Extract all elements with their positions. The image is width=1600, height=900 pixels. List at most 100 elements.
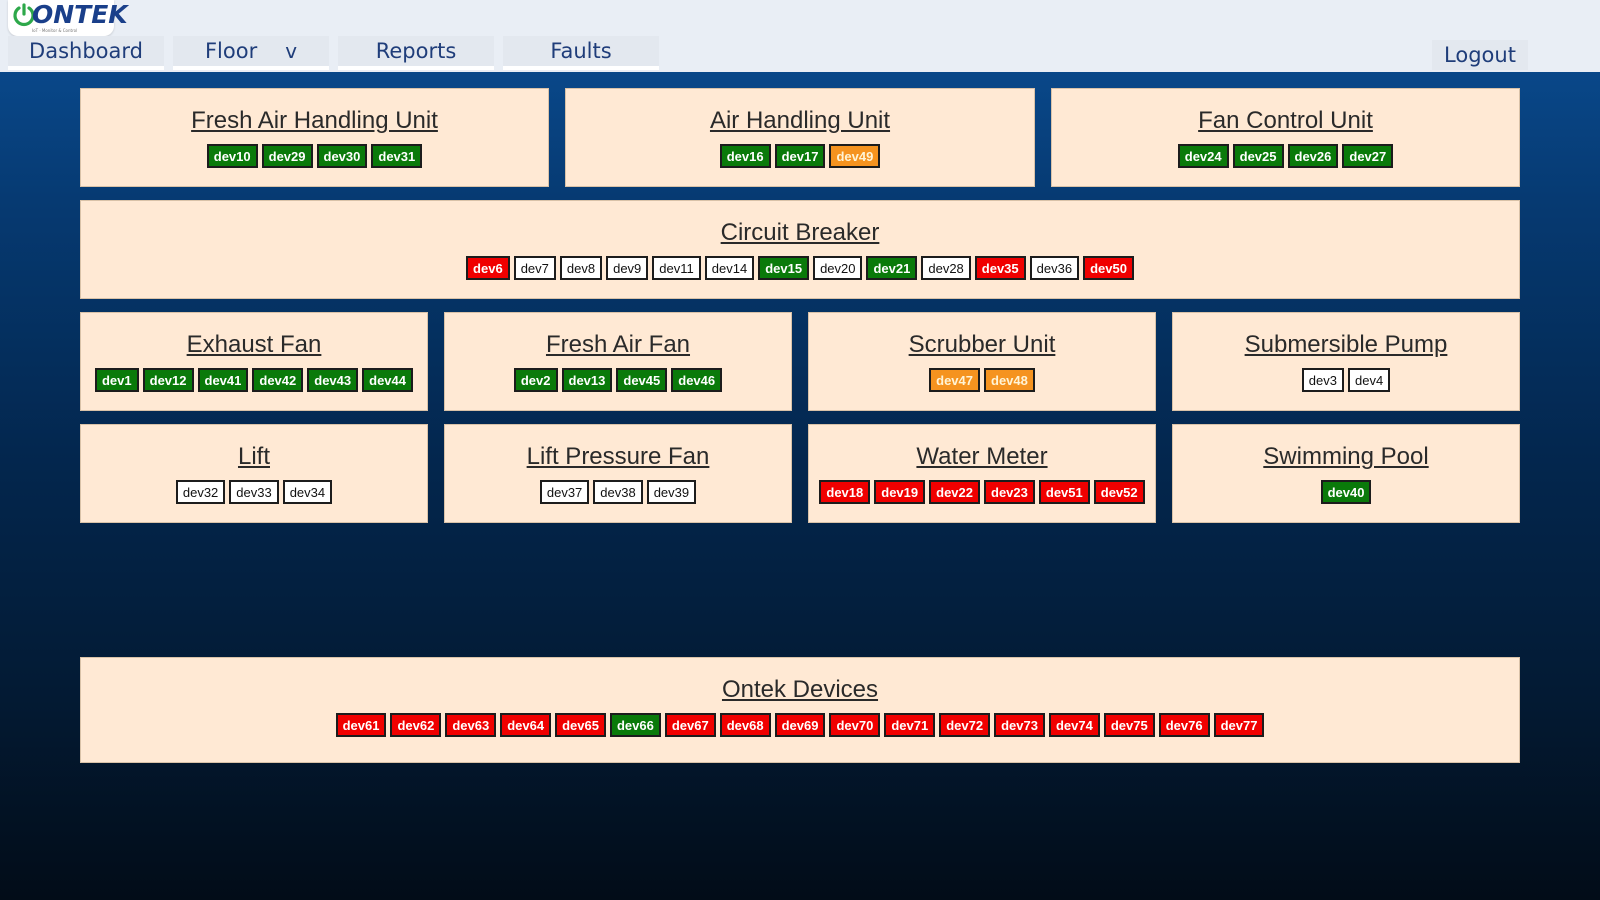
device-badge-dev4[interactable]: dev4	[1348, 368, 1391, 392]
device-badge-dev67[interactable]: dev67	[664, 713, 716, 737]
device-badge-dev19[interactable]: dev19	[874, 480, 926, 504]
device-badge-dev10[interactable]: dev10	[206, 144, 258, 168]
device-badge-dev3[interactable]: dev3	[1301, 368, 1344, 392]
device-badge-dev40[interactable]: dev40	[1320, 480, 1372, 504]
device-badge-dev33[interactable]: dev33	[229, 480, 279, 504]
device-badge-dev70[interactable]: dev70	[829, 713, 881, 737]
device-badge-dev69[interactable]: dev69	[774, 713, 826, 737]
device-badge-dev49[interactable]: dev49	[829, 144, 881, 168]
card-title[interactable]: Water Meter	[809, 442, 1155, 472]
device-badge-dev68[interactable]: dev68	[719, 713, 771, 737]
device-list: dev1 dev12 dev41 dev42 dev43 dev44	[81, 368, 427, 392]
card-title[interactable]: Lift Pressure Fan	[445, 442, 791, 472]
card-title[interactable]: Fresh Air Fan	[445, 330, 791, 360]
device-badge-dev7[interactable]: dev7	[513, 256, 556, 280]
card-title[interactable]: Lift	[81, 442, 427, 472]
card-title[interactable]: Fresh Air Handling Unit	[81, 106, 548, 136]
device-badge-dev15[interactable]: dev15	[758, 256, 810, 280]
device-badge-dev1[interactable]: dev1	[94, 368, 139, 392]
card-exhaust-fan: Exhaust Fan dev1 dev12 dev41 dev42 dev43 dev4…	[80, 312, 428, 411]
nav-tab-faults[interactable]: Faults	[503, 36, 659, 70]
ontek-logo[interactable]: ONTEK IoT · Monitor & Control	[8, 0, 128, 36]
device-badge-dev45[interactable]: dev45	[616, 368, 668, 392]
device-badge-dev14[interactable]: dev14	[704, 256, 755, 280]
device-badge-dev41[interactable]: dev41	[197, 368, 249, 392]
device-list: dev61 dev62 dev63 dev64 dev65 dev66 dev67 dev68…	[81, 713, 1519, 737]
device-badge-dev72[interactable]: dev72	[939, 713, 991, 737]
device-badge-dev38[interactable]: dev38	[593, 480, 643, 504]
device-badge-dev16[interactable]: dev16	[719, 144, 771, 168]
device-badge-dev42[interactable]: dev42	[252, 368, 304, 392]
device-badge-dev35[interactable]: dev35	[974, 256, 1026, 280]
device-badge-dev26[interactable]: dev26	[1287, 144, 1339, 168]
device-badge-dev8[interactable]: dev8	[559, 256, 603, 280]
device-badge-dev27[interactable]: dev27	[1342, 144, 1394, 168]
device-badge-dev30[interactable]: dev30	[316, 144, 368, 168]
card-ontek-devices: Ontek Devices dev61 dev62 dev63 dev64 dev65 d…	[80, 657, 1520, 763]
card-title[interactable]: Air Handling Unit	[566, 106, 1034, 136]
card-swimming-pool: Swimming Pool dev40	[1172, 424, 1520, 523]
card-title[interactable]: Scrubber Unit	[809, 330, 1155, 360]
nav-tab-dashboard[interactable]: Dashboard	[8, 36, 164, 70]
device-badge-dev62[interactable]: dev62	[390, 713, 442, 737]
device-badge-dev43[interactable]: dev43	[307, 368, 359, 392]
nav-tab-floor[interactable]: Floor v	[173, 36, 329, 70]
device-list: dev3 dev4	[1173, 368, 1519, 392]
device-badge-dev46[interactable]: dev46	[671, 368, 723, 392]
device-badge-dev17[interactable]: dev17	[774, 144, 826, 168]
device-badge-dev34[interactable]: dev34	[282, 480, 333, 504]
card-scrubber-unit: Scrubber Unit dev47 dev48	[808, 312, 1156, 411]
device-badge-dev25[interactable]: dev25	[1232, 144, 1284, 168]
device-badge-dev9[interactable]: dev9	[606, 256, 649, 280]
device-badge-dev50[interactable]: dev50	[1083, 256, 1134, 280]
device-badge-dev2[interactable]: dev2	[513, 368, 558, 392]
card-title[interactable]: Circuit Breaker	[81, 218, 1519, 248]
device-badge-dev24[interactable]: dev24	[1177, 144, 1229, 168]
device-badge-dev47[interactable]: dev47	[929, 368, 980, 392]
device-badge-dev77[interactable]: dev77	[1213, 713, 1265, 737]
device-badge-dev31[interactable]: dev31	[371, 144, 423, 168]
device-badge-dev11[interactable]: dev11	[652, 256, 701, 280]
device-badge-dev51[interactable]: dev51	[1038, 480, 1090, 504]
device-badge-dev23[interactable]: dev23	[984, 480, 1035, 504]
card-title[interactable]: Fan Control Unit	[1052, 106, 1519, 136]
device-badge-dev71[interactable]: dev71	[884, 713, 936, 737]
card-water-meter: Water Meter dev18 dev19 dev22 dev23 dev51 dev…	[808, 424, 1156, 523]
device-badge-dev74[interactable]: dev74	[1048, 713, 1100, 737]
device-badge-dev36[interactable]: dev36	[1029, 256, 1080, 280]
device-badge-dev21[interactable]: dev21	[866, 256, 918, 280]
card-lift: Lift dev32 dev33 dev34	[80, 424, 428, 523]
device-badge-dev39[interactable]: dev39	[646, 480, 697, 504]
device-badge-dev73[interactable]: dev73	[994, 713, 1045, 737]
device-badge-dev65[interactable]: dev65	[555, 713, 606, 737]
card-title[interactable]: Ontek Devices	[81, 675, 1519, 705]
device-badge-dev37[interactable]: dev37	[539, 480, 590, 504]
device-badge-dev6[interactable]: dev6	[466, 256, 510, 280]
device-badge-dev29[interactable]: dev29	[261, 144, 313, 168]
device-badge-dev18[interactable]: dev18	[819, 480, 871, 504]
device-badge-dev75[interactable]: dev75	[1103, 713, 1155, 737]
device-badge-dev64[interactable]: dev64	[500, 713, 552, 737]
card-title[interactable]: Submersible Pump	[1173, 330, 1519, 360]
device-badge-dev20[interactable]: dev20	[813, 256, 863, 280]
card-fresh-air-fan: Fresh Air Fan dev2 dev13 dev45 dev46	[444, 312, 792, 411]
card-title[interactable]: Swimming Pool	[1173, 442, 1519, 472]
device-badge-dev32[interactable]: dev32	[175, 480, 226, 504]
device-badge-dev61[interactable]: dev61	[335, 713, 387, 737]
device-badge-dev52[interactable]: dev52	[1093, 480, 1145, 504]
device-list: dev10 dev29 dev30 dev31	[81, 144, 548, 168]
device-badge-dev44[interactable]: dev44	[362, 368, 413, 392]
device-badge-dev63[interactable]: dev63	[445, 713, 497, 737]
device-badge-dev76[interactable]: dev76	[1158, 713, 1210, 737]
card-title[interactable]: Exhaust Fan	[81, 330, 427, 360]
device-badge-dev28[interactable]: dev28	[921, 256, 971, 280]
nav-tab-label: Reports	[375, 39, 457, 63]
device-badge-dev13[interactable]: dev13	[561, 368, 613, 392]
card-circuit-breaker: Circuit Breaker dev6 dev7 dev8 dev9 dev11 dev…	[80, 200, 1520, 299]
device-badge-dev12[interactable]: dev12	[142, 368, 194, 392]
device-badge-dev48[interactable]: dev48	[984, 368, 1035, 392]
nav-tab-reports[interactable]: Reports	[338, 36, 494, 70]
device-badge-dev22[interactable]: dev22	[929, 480, 980, 504]
device-badge-dev66[interactable]: dev66	[609, 713, 661, 737]
logout-button[interactable]: Logout	[1432, 40, 1528, 70]
